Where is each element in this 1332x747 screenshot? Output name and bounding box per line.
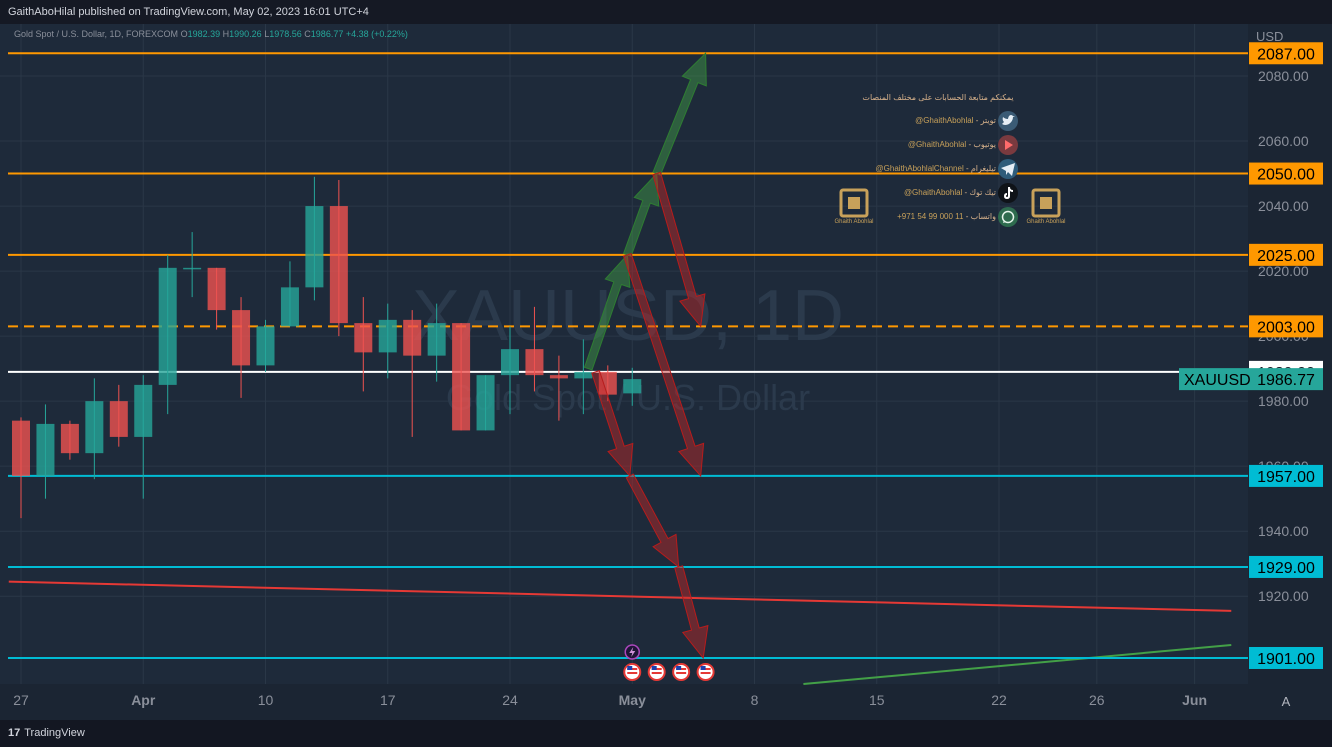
auto-scale-button[interactable]: A [1282,694,1291,709]
legend-open-label: O [180,29,188,39]
legend-high-value: 1990.26 [229,29,262,39]
current-price-value: 1986.77 [1257,372,1315,389]
y-tick-label: 1980.00 [1258,393,1309,409]
current-price-symbol: XAUUSD [1184,372,1251,389]
watermark-symbol: XAUUSD, 1D [412,276,844,356]
y-tick-label: 2080.00 [1258,68,1309,84]
social-row-whatsapp[interactable]: +971 54 99 000 11 - واتساب [870,212,996,221]
price-tag-label: 1901.00 [1257,651,1315,668]
twitter-icon [998,111,1018,131]
lightning-icon[interactable] [624,644,640,660]
x-tick-label: 26 [1089,692,1105,708]
candle-body[interactable] [207,267,226,311]
x-tick-label: 17 [380,692,396,708]
x-tick-label: 24 [502,692,518,708]
social-heading: يمكنكم متابعة الحسابات على مختلف المنصات [862,93,1014,102]
flag-stripe [651,672,662,674]
flag-stripe [700,672,711,674]
whatsapp-icon [998,207,1018,227]
candle-body[interactable] [476,375,495,431]
candle-body[interactable] [12,420,30,476]
footer-bar [0,720,1332,747]
tradingview-logo-icon: 17 [8,727,21,739]
flag-canton [651,666,657,670]
candle-body[interactable] [501,349,519,376]
y-tick-label: 1920.00 [1258,588,1309,604]
candle-body[interactable] [549,375,568,379]
y-tick-label: 2060.00 [1258,133,1309,149]
candle-body[interactable] [574,371,593,379]
candle-body[interactable] [109,401,128,437]
x-tick-label: 15 [869,692,885,708]
legend-low-value: 1978.56 [269,29,302,39]
candle-body[interactable] [256,326,275,366]
y-tick-label: 2040.00 [1258,198,1309,214]
candle-body[interactable] [354,323,373,353]
candle-body[interactable] [427,323,446,356]
candle-body[interactable] [60,423,79,454]
candle-body[interactable] [134,384,153,437]
flag-stripe [676,672,687,674]
us-flag-icon[interactable] [696,663,715,681]
brand-caption-left: Ghaith Abohlal [834,219,874,225]
candle-body[interactable] [36,423,55,476]
x-tick-label: 22 [991,692,1007,708]
candle-body[interactable] [158,267,177,385]
candle-body[interactable] [85,401,104,454]
candle-body[interactable] [232,310,251,366]
social-row-telegram[interactable]: @GhaithAbohlalChannel - تيليغرام [840,164,996,173]
candle-body[interactable] [623,379,642,394]
flag-canton [700,666,706,670]
candle-body[interactable] [329,206,348,324]
x-tick-label: 10 [258,692,274,708]
legend-open-value: 1982.39 [187,29,221,39]
social-row-twitter[interactable]: @GhaithAbohlal - تويتر [840,116,996,125]
candle-body[interactable] [183,267,202,270]
legend-change: +4.38 (+0.22%) [345,29,408,39]
price-tag-label: 2050.00 [1257,167,1315,184]
candle-body[interactable] [305,206,324,288]
tradingview-logo-text: TradingView [24,727,85,739]
social-row-tiktok[interactable]: @GhaithAbohlal - تيك توك [870,188,996,197]
ohlc-legend: Gold Spot / U.S. Dollar, 1D, FOREXCOM O1… [14,29,408,39]
x-tick-label: May [619,692,646,708]
candle-body[interactable] [525,349,544,376]
us-flag-icon[interactable] [672,663,691,681]
flag-stripe [627,672,638,674]
social-icons [998,111,1018,227]
price-tag-label: 1957.00 [1257,469,1315,486]
flag-canton [676,666,682,670]
x-tick-label: Jun [1182,692,1207,708]
us-flag-icon[interactable] [623,663,642,681]
social-row-youtube[interactable]: @GhaithAbohlal - يوتيوب [840,140,996,149]
candle-body[interactable] [378,319,397,353]
x-tick-label: 8 [751,692,759,708]
candle-body[interactable] [280,287,299,327]
price-tag-label: 1929.00 [1257,560,1315,577]
publish-info: GaithAboHilal published on TradingView.c… [8,6,369,18]
candle-body[interactable] [452,323,471,431]
legend-symbol: Gold Spot / U.S. Dollar, 1D, FOREXCOM [14,29,179,39]
flag-canton [627,666,633,670]
price-tag-label: 2087.00 [1257,46,1315,63]
price-chart[interactable]: XAUUSD, 1D Gold Spot / U.S. Dollar 1920.… [0,24,1332,720]
price-tag-label: 2003.00 [1257,319,1315,336]
tiktok-icon [998,183,1018,203]
tradingview-logo[interactable]: 17 TradingView [8,727,85,739]
youtube-icon [998,135,1018,155]
price-tag-label: 2025.00 [1257,248,1315,265]
currency-label: USD [1256,29,1283,44]
y-tick-label: 1940.00 [1258,523,1309,539]
telegram-icon [998,159,1018,179]
x-tick-label: Apr [131,692,156,708]
x-tick-label: 27 [13,692,29,708]
us-flag-icon[interactable] [647,663,666,681]
legend-close-value: 1986.77 [310,29,344,39]
candle-body[interactable] [403,319,422,356]
brand-caption-right: Ghaith Abohlal [1026,219,1066,225]
